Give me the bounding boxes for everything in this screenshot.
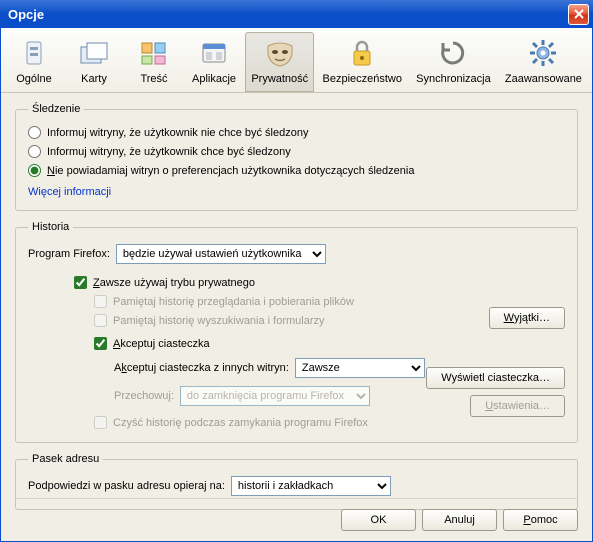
close-icon [574, 9, 584, 19]
tab-label: Ogólne [16, 73, 51, 85]
tab-label: Synchronizacja [416, 73, 491, 85]
sync-icon [437, 37, 469, 69]
tab-label: Prywatność [251, 73, 308, 85]
tab-privacy[interactable]: Prywatność [245, 32, 314, 92]
tab-label: Karty [81, 73, 107, 85]
check-label: Czyść historię podczas zamykania program… [113, 417, 368, 429]
tab-tabs[interactable]: Karty [65, 32, 123, 92]
apps-icon [198, 37, 230, 69]
tab-label: Bezpieczeństwo [323, 73, 403, 85]
more-info-link[interactable]: Więcej informacji [28, 180, 111, 200]
tab-security[interactable]: Bezpieczeństwo [316, 32, 408, 92]
third-party-label: Akceptuj ciasteczka z innych witryn: [114, 362, 289, 374]
tracking-group: Śledzenie Informuj witryny, że użytkowni… [15, 103, 578, 211]
tab-applications[interactable]: Aplikacje [185, 32, 243, 92]
check-remember-browsing-input [94, 295, 107, 308]
check-label: Pamiętaj historię wyszukiwania i formula… [113, 315, 325, 327]
locationbar-legend: Pasek adresu [28, 453, 103, 465]
keep-until-select: do zamknięcia programu Firefox [180, 386, 370, 406]
radio-no-inform[interactable]: Nie powiadamiaj witryn o preferencjach u… [28, 161, 565, 180]
lock-icon [346, 37, 378, 69]
toolbar: Ogólne Karty Treść Aplikacje Prywatność [1, 28, 592, 93]
window-title: Opcje [8, 7, 44, 22]
tab-content[interactable]: Treść [125, 32, 183, 92]
tab-label: Aplikacje [192, 73, 236, 85]
radio-no-inform-input[interactable] [28, 164, 41, 177]
gear-icon [527, 37, 559, 69]
check-always-private-input[interactable] [74, 276, 87, 289]
history-legend: Historia [28, 221, 73, 233]
exceptions-button[interactable]: Wyjątki… [489, 307, 565, 329]
mask-icon [264, 37, 296, 69]
check-remember-search-input [94, 314, 107, 327]
button-label: Wyjątki… [504, 312, 550, 324]
slider-icon [18, 37, 50, 69]
settings-button: Ustawienia… [470, 395, 565, 417]
program-label: Program Firefox: [28, 248, 110, 260]
check-clear-on-close-input [94, 416, 107, 429]
check-label: Zawsze używaj trybu prywatnego [93, 277, 255, 289]
radio-do-track[interactable]: Informuj witryny, że użytkownik chce być… [28, 142, 565, 161]
tab-label: Treść [140, 73, 167, 85]
tab-general[interactable]: Ogólne [5, 32, 63, 92]
check-label: Pamiętaj historię przeglądania i pobiera… [113, 296, 354, 308]
suggest-select[interactable]: historii i zakładkach [231, 476, 391, 496]
radio-do-track-input[interactable] [28, 145, 41, 158]
check-accept-cookies-input[interactable] [94, 337, 107, 350]
tab-sync[interactable]: Synchronizacja [410, 32, 497, 92]
history-mode-select[interactable]: będzie używał ustawień użytkownika [116, 244, 326, 264]
show-cookies-button[interactable]: Wyświetl ciasteczka… [426, 367, 565, 389]
close-button[interactable] [568, 4, 589, 25]
radio-do-not-track-input[interactable] [28, 126, 41, 139]
tab-advanced[interactable]: Zaawansowane [499, 32, 588, 92]
keep-until-label: Przechowuj: [114, 390, 174, 402]
radio-label: Nie powiadamiaj witryn o preferencjach u… [47, 165, 414, 177]
radio-label: Informuj witryny, że użytkownik nie chce… [47, 127, 308, 139]
tabs-icon [78, 37, 110, 69]
content-icon [138, 37, 170, 69]
tracking-legend: Śledzenie [28, 103, 84, 115]
tab-label: Zaawansowane [505, 73, 582, 85]
cancel-button[interactable]: Anuluj [422, 509, 497, 531]
suggest-label: Podpowiedzi w pasku adresu opieraj na: [28, 480, 225, 492]
radio-label: Informuj witryny, że użytkownik chce być… [47, 146, 291, 158]
check-label: Akceptuj ciasteczka [113, 338, 210, 350]
history-group: Historia Program Firefox: będzie używał … [15, 221, 578, 443]
ok-button[interactable]: OK [341, 509, 416, 531]
help-button[interactable]: Pomoc [503, 509, 578, 531]
button-label: Ustawienia… [485, 400, 550, 412]
third-party-select[interactable]: Zawsze [295, 358, 425, 378]
check-always-private[interactable]: Zawsze używaj trybu prywatnego [74, 273, 565, 292]
radio-do-not-track[interactable]: Informuj witryny, że użytkownik nie chce… [28, 123, 565, 142]
